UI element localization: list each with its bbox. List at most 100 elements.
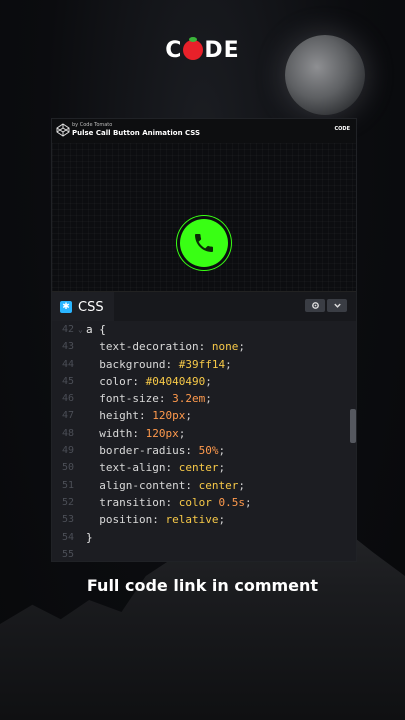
logo-letter-c: C bbox=[165, 38, 183, 63]
code-line[interactable]: 55 bbox=[52, 546, 356, 561]
code-token: ; bbox=[185, 409, 192, 423]
line-number: 47 bbox=[61, 410, 74, 422]
code-line[interactable]: 45 color: #04040490; bbox=[52, 373, 356, 390]
result-preview bbox=[52, 143, 356, 291]
tab-css[interactable]: ✱ CSS bbox=[52, 292, 114, 324]
code-editor[interactable]: 42 ⌄ a {43 text-decoration: none; 44 backgr… bbox=[52, 321, 356, 561]
code-token: a { bbox=[86, 323, 106, 336]
tab-label: CSS bbox=[78, 299, 104, 315]
mini-logo: CODE bbox=[334, 126, 351, 132]
code-token: position: bbox=[86, 513, 166, 527]
line-number: 44 bbox=[61, 358, 74, 370]
line-number: 45 bbox=[61, 375, 74, 387]
editor-toolbar: ✱ CSS bbox=[52, 291, 356, 324]
code-token: } bbox=[86, 530, 93, 544]
call-button[interactable] bbox=[180, 219, 228, 267]
fold-arrow-icon[interactable]: ⌄ bbox=[78, 321, 86, 338]
settings-button[interactable] bbox=[305, 299, 325, 312]
fold-gutter bbox=[78, 390, 86, 407]
line-number: 50 bbox=[61, 462, 74, 474]
editor-scrollbar[interactable] bbox=[350, 409, 356, 443]
pen-author[interactable]: by Code Tomato bbox=[72, 122, 112, 128]
code-token: 0.5s bbox=[218, 495, 245, 509]
code-line[interactable]: 49 border-radius: 50%; bbox=[52, 442, 356, 459]
logo-letters-de: DE bbox=[204, 38, 240, 63]
fold-gutter bbox=[78, 477, 86, 494]
code-token: 120px bbox=[152, 409, 186, 423]
collapse-button[interactable] bbox=[327, 299, 347, 312]
brand-logo: C DE bbox=[0, 37, 405, 63]
code-token: center bbox=[198, 478, 239, 492]
code-token: border-radius: bbox=[86, 444, 199, 458]
code-token: ; bbox=[238, 478, 245, 492]
code-token: center bbox=[178, 461, 219, 475]
fold-gutter bbox=[78, 338, 86, 355]
code-token: ; bbox=[178, 426, 186, 440]
code-token: ; bbox=[218, 461, 226, 475]
chevron-down-icon bbox=[333, 303, 341, 308]
code-token: transition: bbox=[86, 495, 179, 509]
pen-header: by Code Tomato Pulse Call Button Animati… bbox=[52, 119, 356, 144]
tomato-icon bbox=[183, 37, 204, 60]
code-line[interactable]: 51 align-content: center; bbox=[52, 477, 356, 494]
code-token: 3.2em bbox=[172, 392, 206, 406]
fold-gutter bbox=[78, 511, 86, 528]
code-line[interactable]: 42 ⌄ a { bbox=[52, 321, 356, 338]
pen-title: Pulse Call Button Animation CSS bbox=[72, 129, 201, 137]
code-token: ; bbox=[244, 495, 252, 509]
code-token: color: bbox=[86, 374, 146, 388]
code-token: 50% bbox=[198, 444, 219, 458]
code-line[interactable]: 53 position: relative; bbox=[52, 511, 356, 528]
line-number: 53 bbox=[61, 514, 74, 526]
line-number: 51 bbox=[61, 479, 74, 491]
fold-gutter bbox=[78, 442, 86, 459]
caption-text: Full code link in comment bbox=[86, 576, 319, 595]
line-number: 49 bbox=[61, 445, 74, 457]
code-line[interactable]: 48 width: 120px; bbox=[52, 425, 356, 442]
code-token: ; bbox=[218, 444, 226, 458]
fold-gutter bbox=[78, 356, 86, 373]
code-token: ; bbox=[238, 340, 245, 354]
code-line[interactable]: 43 text-decoration: none; bbox=[52, 338, 356, 355]
line-number: 55 bbox=[61, 548, 74, 560]
line-number: 54 bbox=[61, 531, 74, 543]
code-token: ; bbox=[225, 357, 232, 371]
code-line[interactable]: 46 font-size: 3.2em; bbox=[52, 390, 356, 407]
code-token: font-size: bbox=[86, 392, 173, 406]
code-token: text-align: bbox=[86, 461, 179, 475]
code-line[interactable]: 54} bbox=[52, 529, 356, 546]
code-token: ; bbox=[205, 374, 212, 388]
code-token: #04040490 bbox=[145, 374, 206, 388]
fold-gutter bbox=[78, 459, 86, 476]
asterisk-icon: ✱ bbox=[60, 301, 72, 313]
code-token: ; bbox=[205, 392, 212, 406]
fold-gutter bbox=[78, 546, 86, 561]
code-token: none bbox=[211, 340, 239, 354]
code-line[interactable]: 50 text-align: center; bbox=[52, 459, 356, 476]
fold-gutter bbox=[78, 373, 86, 390]
fold-gutter bbox=[78, 425, 86, 442]
line-number: 52 bbox=[61, 496, 74, 508]
code-token: text-decoration: bbox=[86, 340, 212, 354]
line-number: 48 bbox=[61, 427, 74, 439]
fold-gutter bbox=[78, 494, 86, 511]
line-number: 43 bbox=[61, 341, 74, 353]
fold-gutter bbox=[78, 407, 86, 424]
codepen-panel: by Code Tomato Pulse Call Button Animati… bbox=[51, 118, 357, 562]
code-line[interactable]: 47 height: 120px; bbox=[52, 407, 356, 424]
code-token: 120px bbox=[145, 426, 179, 440]
fold-gutter bbox=[78, 529, 86, 546]
line-number: 46 bbox=[61, 393, 74, 405]
code-token: ; bbox=[218, 513, 226, 527]
phone-icon bbox=[195, 234, 213, 252]
code-token: height: bbox=[86, 409, 153, 423]
code-token: color bbox=[178, 495, 219, 509]
code-token: align-content: bbox=[86, 478, 199, 492]
gear-icon bbox=[311, 302, 319, 309]
codepen-icon[interactable] bbox=[56, 123, 70, 137]
code-line[interactable]: 44 background: #39ff14; bbox=[52, 356, 356, 373]
code-token: #39ff14 bbox=[178, 357, 226, 371]
code-line[interactable]: 52 transition: color 0.5s; bbox=[52, 494, 356, 511]
line-number: 42 bbox=[61, 324, 74, 335]
code-token: background: bbox=[86, 357, 179, 371]
